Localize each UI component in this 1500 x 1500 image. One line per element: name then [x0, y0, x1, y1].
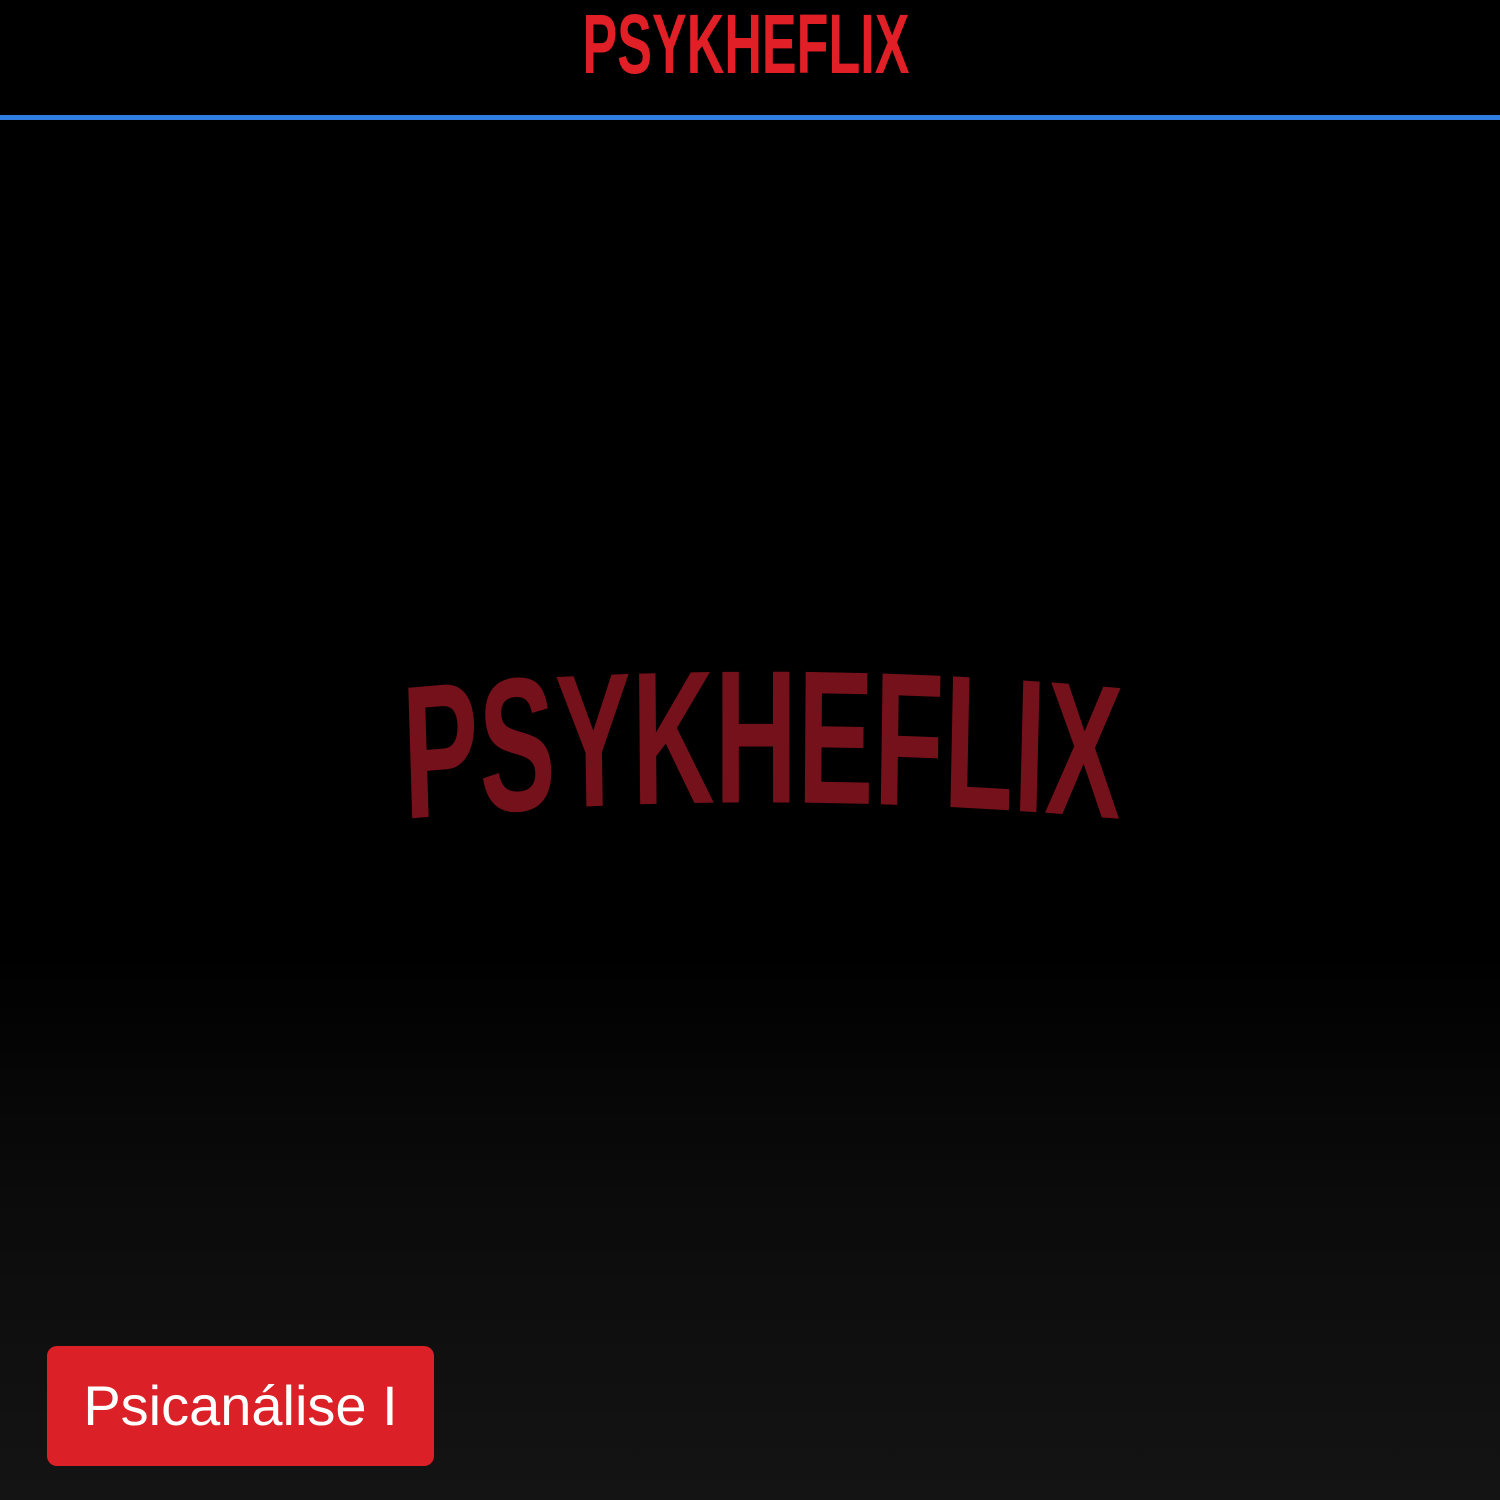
hero-logo-textpath: PSYKHEFLIX	[400, 640, 1126, 860]
hero-logo: PSYKHEFLIX	[400, 640, 1126, 860]
hero-banner: PSYKHEFLIX	[0, 120, 1500, 1500]
top-header: PSYKHEFLIX	[0, 0, 1500, 120]
app-page: PSYKHEFLIX PSYKHEFLIX Psicanálise I	[0, 0, 1500, 1500]
header-logo-text: PSYKHEFLIX	[583, 0, 910, 91]
hero-logo-text: PSYKHEFLIX	[400, 640, 1126, 860]
course-psicanalise-button[interactable]: Psicanálise I	[47, 1346, 434, 1466]
header-logo[interactable]: PSYKHEFLIX	[0, 0, 1500, 100]
